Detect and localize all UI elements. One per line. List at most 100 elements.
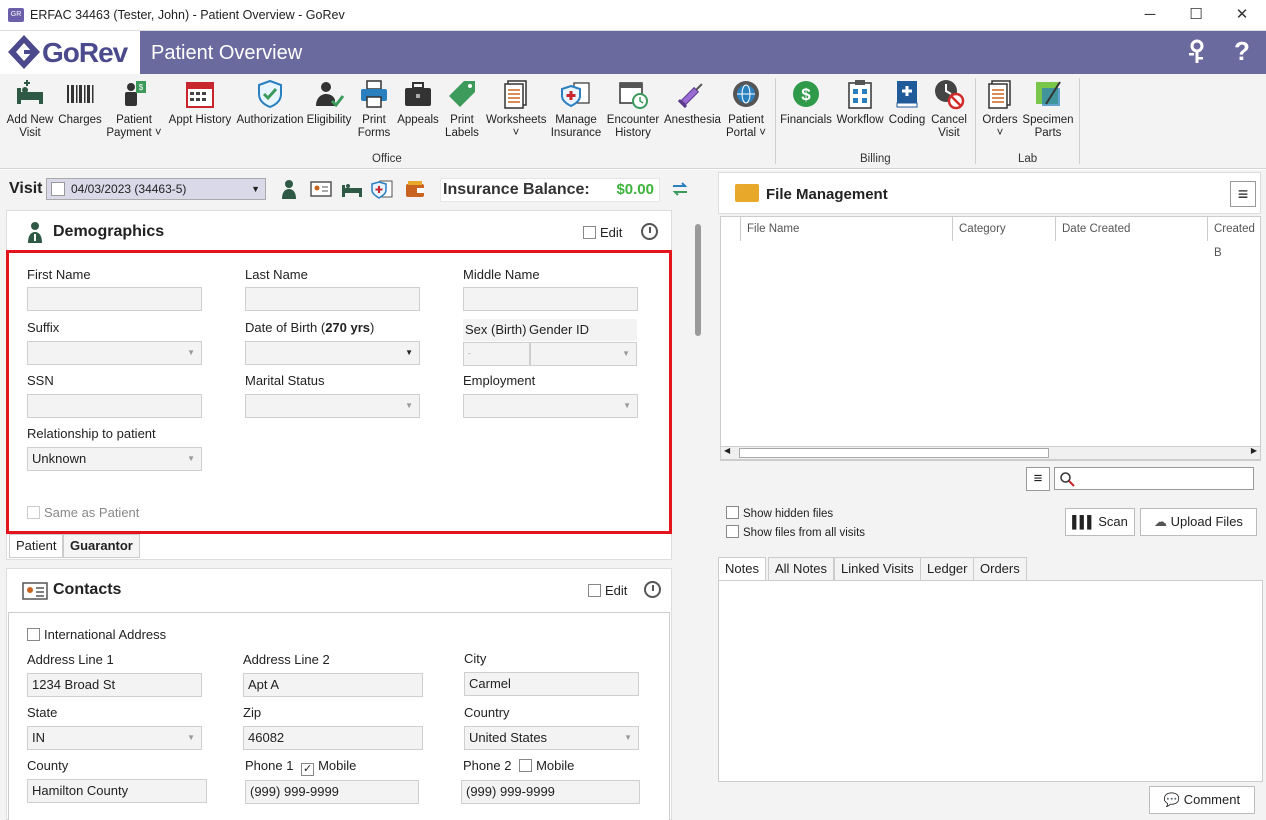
comment-button[interactable]: 💬 Comment xyxy=(1149,786,1255,814)
column-date-created[interactable]: Date Created xyxy=(1056,217,1208,241)
edit-checkbox[interactable] xyxy=(583,226,596,239)
wallet-icon[interactable] xyxy=(404,179,426,199)
tab-guarantor[interactable]: Guarantor xyxy=(63,534,140,558)
phone1-input[interactable]: (999) 999-9999 xyxy=(245,780,419,804)
help-button[interactable]: ? xyxy=(1234,36,1250,67)
gender-id-select[interactable]: ▼ xyxy=(530,342,637,366)
office-group-label: Office xyxy=(372,153,402,165)
tab-all-notes[interactable]: All Notes xyxy=(768,557,835,581)
close-button[interactable]: ✕ xyxy=(1222,4,1262,26)
scan-button[interactable]: ▌▌▌ Scan xyxy=(1065,508,1135,536)
left-pane-scrollbar[interactable] xyxy=(695,224,701,336)
worksheets-button[interactable]: Worksheets ˅ xyxy=(486,78,547,140)
international-address-checkbox[interactable]: International Address xyxy=(27,627,166,642)
charges-button[interactable]: Charges xyxy=(58,78,102,127)
manage-insurance-button[interactable]: Manage Insurance xyxy=(550,78,602,140)
phone1-mobile-checkbox[interactable]: ✓ xyxy=(301,763,315,776)
id-card-icon[interactable] xyxy=(310,179,332,199)
employment-select[interactable]: ▼ xyxy=(463,394,638,418)
state-select[interactable]: IN ▼ xyxy=(27,726,202,750)
print-forms-button[interactable]: Print Forms xyxy=(354,78,394,140)
zip-input[interactable]: 46082 xyxy=(243,726,423,750)
relationship-select[interactable]: Unknown ▼ xyxy=(27,447,202,471)
scroll-thumb[interactable] xyxy=(739,448,1049,458)
tab-patient[interactable]: Patient xyxy=(9,534,64,558)
phone2-input[interactable]: (999) 999-9999 xyxy=(461,780,640,804)
hamburger-menu-button[interactable]: ≡ xyxy=(1230,181,1256,207)
dob-date-picker[interactable]: ▼ xyxy=(245,341,420,365)
checkbox-box[interactable] xyxy=(27,628,40,641)
grid-horizontal-scrollbar[interactable]: ◀ ▶ xyxy=(720,446,1261,460)
appeals-button[interactable]: Appeals xyxy=(396,78,440,127)
address1-input[interactable]: 1234 Broad St xyxy=(27,673,202,697)
patient-person-icon[interactable] xyxy=(278,179,300,199)
tab-linked-visits[interactable]: Linked Visits xyxy=(834,557,921,581)
checkbox-box[interactable] xyxy=(726,525,739,538)
checkbox-box[interactable] xyxy=(27,506,40,519)
gorev-logo: GoRev xyxy=(0,31,140,74)
phone2-mobile-checkbox[interactable] xyxy=(519,759,533,772)
workflow-button[interactable]: Workflow xyxy=(834,78,886,127)
visit-select[interactable]: 04/03/2023 (34463-5) ▼ xyxy=(46,178,266,200)
file-search-input[interactable] xyxy=(1054,467,1254,490)
first-name-input[interactable] xyxy=(27,287,202,311)
ssn-input[interactable] xyxy=(27,394,202,418)
patient-portal-button[interactable]: Patient Portal ˅ xyxy=(722,78,770,140)
anesthesia-button[interactable]: Anesthesia xyxy=(664,78,721,127)
patient-payment-button[interactable]: $ Patient Payment ˅ xyxy=(106,78,162,140)
list-view-button[interactable]: ≡ xyxy=(1026,467,1050,491)
notes-area[interactable] xyxy=(718,580,1263,782)
specimen-parts-button[interactable]: Specimen Parts xyxy=(1022,78,1074,140)
appt-history-button[interactable]: Appt History xyxy=(168,78,232,127)
column-category[interactable]: Category xyxy=(953,217,1056,241)
history-clock-icon[interactable] xyxy=(644,581,661,598)
eligibility-button[interactable]: Eligibility xyxy=(306,78,352,127)
contacts-edit-toggle[interactable]: Edit xyxy=(588,583,627,598)
upload-files-button[interactable]: ☁ Upload Files xyxy=(1140,508,1257,536)
bed-icon[interactable] xyxy=(341,179,363,199)
county-input[interactable]: Hamilton County xyxy=(27,779,207,803)
suffix-select[interactable]: ▼ xyxy=(27,341,202,365)
city-input[interactable]: Carmel xyxy=(464,672,639,696)
orders-button[interactable]: Orders ˅ xyxy=(980,78,1020,140)
minimize-button[interactable]: ─ xyxy=(1130,4,1170,26)
encounter-history-button[interactable]: Encounter History xyxy=(606,78,660,140)
checkbox-box[interactable] xyxy=(726,506,739,519)
insurance-balance: Insurance Balance: $0.00 xyxy=(440,178,660,202)
show-all-visits-checkbox[interactable]: Show files from all visits xyxy=(726,525,865,539)
visit-checkbox[interactable] xyxy=(51,182,65,196)
authorization-button[interactable]: Authorization xyxy=(236,78,304,127)
last-name-input[interactable] xyxy=(245,287,420,311)
tab-ledger[interactable]: Ledger xyxy=(920,557,975,581)
dob-label-text: Date of Birth ( xyxy=(245,320,326,335)
coding-button[interactable]: Coding xyxy=(888,78,926,127)
history-clock-icon[interactable] xyxy=(641,223,658,240)
refresh-icon[interactable] xyxy=(670,179,690,199)
column-file-name[interactable]: File Name xyxy=(741,217,953,241)
tab-orders[interactable]: Orders xyxy=(973,557,1027,581)
sex-birth-select[interactable]: - xyxy=(463,342,530,366)
edit-checkbox[interactable] xyxy=(588,584,601,597)
chevron-down-icon: ▼ xyxy=(251,184,260,194)
window-title: ERFAC 34463 (Tester, John) - Patient Ove… xyxy=(30,8,345,22)
show-hidden-files-checkbox[interactable]: Show hidden files xyxy=(726,506,833,520)
add-new-visit-button[interactable]: Add New Visit xyxy=(6,78,54,140)
scroll-left-icon[interactable]: ◀ xyxy=(724,446,730,455)
tab-notes[interactable]: Notes xyxy=(718,557,766,581)
financials-button[interactable]: $ Financials xyxy=(780,78,832,127)
print-labels-button[interactable]: Print Labels xyxy=(442,78,482,140)
key-icon[interactable] xyxy=(1185,39,1209,65)
address2-input[interactable]: Apt A xyxy=(243,673,423,697)
middle-name-input[interactable] xyxy=(463,287,638,311)
insurance-icon[interactable] xyxy=(371,179,393,199)
scroll-right-icon[interactable]: ▶ xyxy=(1251,446,1257,455)
country-select[interactable]: United States ▼ xyxy=(464,726,639,750)
column-created-by[interactable]: Created B xyxy=(1208,217,1262,259)
same-as-patient-checkbox[interactable]: Same as Patient xyxy=(27,505,139,520)
relationship-label: Relationship to patient xyxy=(27,426,156,441)
marital-status-select[interactable]: ▼ xyxy=(245,394,420,418)
maximize-button[interactable]: ☐ xyxy=(1176,4,1216,26)
appt-history-label: Appt History xyxy=(168,114,232,126)
demographics-edit-toggle[interactable]: Edit xyxy=(583,225,622,240)
cancel-visit-button[interactable]: Cancel Visit xyxy=(928,78,970,140)
